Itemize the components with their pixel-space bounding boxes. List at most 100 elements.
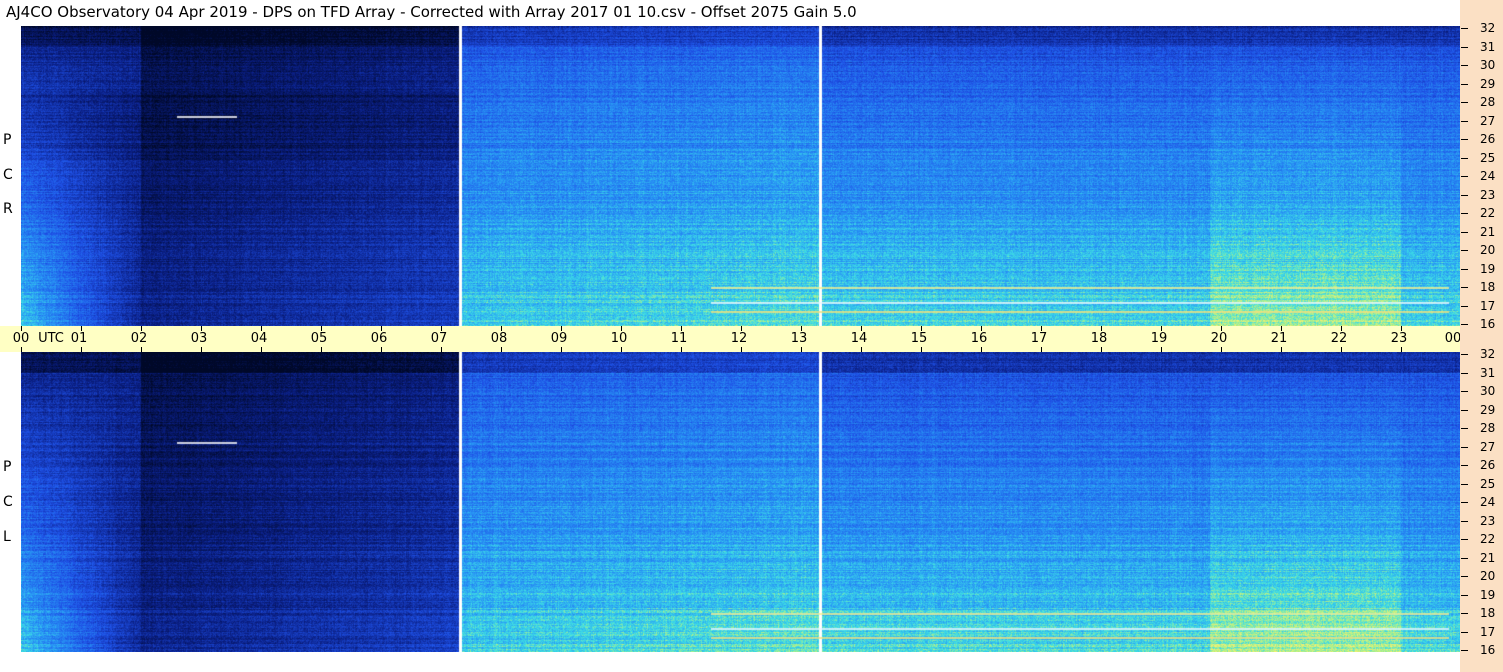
frequency-tick-label: 32 [1480,21,1496,35]
utc-tick-mark [441,347,442,352]
utc-tick-mark [681,326,682,331]
utc-tick-mark [1161,347,1162,352]
frequency-tick-mark [1461,231,1468,233]
frequency-tick-label: 24 [1480,495,1496,509]
utc-tick-mark [501,326,502,331]
utc-tick-mark [141,347,142,352]
frequency-tick-mark [1461,391,1468,392]
utc-tick-mark [1041,326,1042,331]
frequency-tick-mark [1461,576,1468,577]
utc-tick-mark [21,347,22,352]
frequency-tick-mark [1461,83,1468,85]
utc-tick-label: 23 [1390,331,1408,346]
frequency-tick-label: 26 [1480,132,1496,146]
utc-tick-mark [141,326,142,331]
utc-tick-mark [861,326,862,331]
utc-tick-mark [1281,326,1282,331]
frequency-tick-mark [1461,139,1468,140]
frequency-tick-mark [1461,28,1468,29]
frequency-tick-label: 28 [1480,95,1496,109]
utc-tick-label: UTC [38,331,64,346]
utc-tick-label: 22 [1330,331,1348,346]
frequency-tick-label: 23 [1480,513,1496,528]
frequency-tick-mark [1461,250,1468,251]
utc-tick-mark [1221,347,1222,352]
utc-tick-mark [1101,326,1102,331]
frequency-tick-label: 25 [1480,150,1496,165]
frequency-tick-label: 21 [1480,550,1496,565]
lcp-heatmap-canvas [21,352,1460,652]
frequency-tick-mark [1461,157,1468,159]
frequency-tick-mark [1461,305,1468,307]
frequency-tick-mark [1461,102,1468,103]
utc-tick-label: 12 [730,331,748,346]
utc-tick-mark [1401,326,1402,331]
rcp-label-r: R [3,201,13,217]
utc-tick-mark [381,326,382,331]
frequency-tick-label: 26 [1480,458,1496,472]
frequency-tick-mark [1461,324,1468,325]
frequency-tick-label: 20 [1480,243,1496,257]
utc-tick-label: 13 [790,331,808,346]
frequency-tick-label: 20 [1480,569,1496,583]
utc-tick-mark [801,347,802,352]
utc-tick-mark [1161,326,1162,331]
frequency-tick-mark [1461,428,1468,429]
frequency-tick-label: 31 [1480,39,1496,54]
utc-tick-label: 04 [250,331,268,346]
utc-tick-label: 21 [1270,331,1288,346]
utc-tick-mark [381,347,382,352]
utc-tick-mark [261,326,262,331]
utc-tick-mark [1101,347,1102,352]
frequency-tick-mark [1461,213,1468,214]
frequency-tick-mark [1461,176,1468,177]
utc-tick-label: 07 [430,331,448,346]
chart-title: AJ4CO Observatory 04 Apr 2019 - DPS on T… [6,3,857,21]
utc-tick-mark [201,326,202,331]
lcp-label-c: C [3,494,13,510]
utc-tick-label: 00 [12,331,30,346]
utc-tick-label: 08 [490,331,508,346]
rcp-label-c: C [3,167,13,183]
frequency-tick-mark [1461,631,1468,633]
frequency-tick-mark [1461,354,1468,355]
frequency-tick-mark [1461,287,1468,288]
frequency-tick-label: 25 [1480,476,1496,491]
utc-tick-mark [1401,347,1402,352]
frequency-tick-label: 17 [1480,298,1496,313]
frequency-tick-mark [1461,594,1468,596]
lcp-label-p: P [3,459,12,475]
utc-tick-label: 14 [850,331,868,346]
frequency-tick-label: 17 [1480,624,1496,639]
frequency-tick-mark [1461,372,1468,374]
utc-tick-mark [441,326,442,331]
utc-tick-mark [201,347,202,352]
utc-tick-label: 09 [550,331,568,346]
utc-tick-label: 16 [970,331,988,346]
utc-tick-label: 11 [670,331,688,346]
frequency-tick-label: 23 [1480,187,1496,202]
utc-tick-mark [321,347,322,352]
frequency-tick-label: 18 [1480,280,1496,294]
utc-tick-mark [1341,347,1342,352]
utc-tick-mark [501,347,502,352]
frequency-tick-label: 27 [1480,113,1496,128]
utc-tick-label: 17 [1030,331,1048,346]
frequency-tick-mark [1461,520,1468,522]
utc-tick-mark [1281,347,1282,352]
utc-tick-mark [21,326,22,331]
utc-tick-mark [81,326,82,331]
frequency-tick-mark [1461,268,1468,270]
frequency-tick-label: 29 [1480,402,1496,417]
utc-tick-mark [621,347,622,352]
frequency-tick-mark [1461,502,1468,503]
frequency-tick-label: 31 [1480,365,1496,380]
frequency-tick-mark [1461,539,1468,540]
utc-tick-mark [861,347,862,352]
frequency-tick-label: 28 [1480,421,1496,435]
frequency-tick-mark [1461,65,1468,66]
rcp-heatmap-canvas [21,26,1460,326]
frequency-tick-mark [1461,409,1468,411]
utc-tick-label: 02 [130,331,148,346]
utc-tick-label: 10 [610,331,628,346]
